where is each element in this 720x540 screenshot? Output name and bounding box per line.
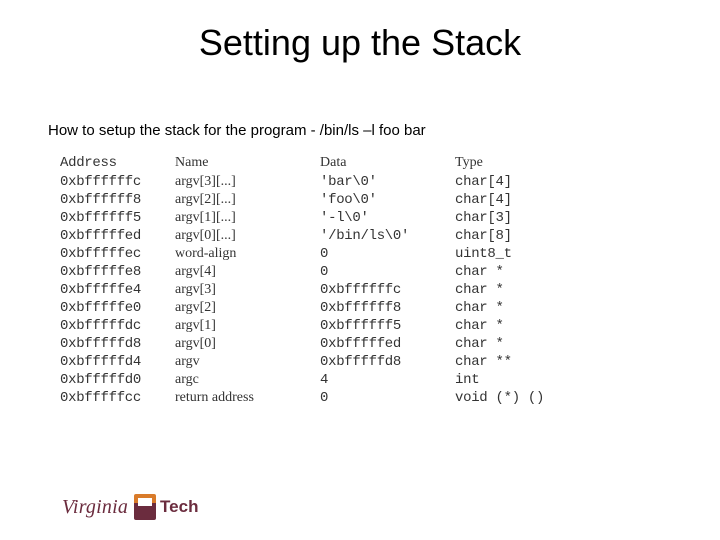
cell-type: uint8_t <box>455 245 572 263</box>
cell-data: 'foo\0' <box>320 191 455 209</box>
footer-virginia-text: Virginia <box>62 496 128 519</box>
table-row: 0xbfffffecword-align0uint8_t <box>60 245 572 263</box>
cell-name: argc <box>175 371 320 389</box>
cell-address: 0xbfffffd8 <box>60 335 175 353</box>
cell-name: argv[1] <box>175 317 320 335</box>
cell-data: 'bar\0' <box>320 173 455 191</box>
cell-name: word-align <box>175 245 320 263</box>
table-row: 0xbfffffdcargv[1]0xbffffff5char * <box>60 317 572 335</box>
cell-address: 0xbffffffc <box>60 173 175 191</box>
cell-address: 0xbfffffe8 <box>60 263 175 281</box>
table-row: 0xbfffffedargv[0][...]'/bin/ls\0'char[8] <box>60 227 572 245</box>
cell-name: argv[0][...] <box>175 227 320 245</box>
vt-logo-icon <box>134 494 156 520</box>
table-row: 0xbfffffd8argv[0]0xbfffffedchar * <box>60 335 572 353</box>
cell-address: 0xbfffffe0 <box>60 299 175 317</box>
table-row: 0xbfffffe4argv[3]0xbffffffcchar * <box>60 281 572 299</box>
cell-type: char * <box>455 299 572 317</box>
cell-address: 0xbfffffec <box>60 245 175 263</box>
cell-address: 0xbfffffd4 <box>60 353 175 371</box>
cell-type: char[8] <box>455 227 572 245</box>
cell-type: void (*) () <box>455 389 572 407</box>
header-data: Data <box>320 153 455 173</box>
cell-type: char * <box>455 263 572 281</box>
stack-table: Address Name Data Type 0xbffffffcargv[3]… <box>60 153 572 407</box>
cell-address: 0xbffffff8 <box>60 191 175 209</box>
cell-name: argv[1][...] <box>175 209 320 227</box>
cell-data: 0xbffffff8 <box>320 299 455 317</box>
cell-name: argv[3][...] <box>175 173 320 191</box>
cell-address: 0xbfffffd0 <box>60 371 175 389</box>
cell-name: argv[4] <box>175 263 320 281</box>
cell-data: 0 <box>320 263 455 281</box>
cell-data: 4 <box>320 371 455 389</box>
stack-table-container: Address Name Data Type 0xbffffffcargv[3]… <box>0 153 720 407</box>
cell-address: 0xbfffffcc <box>60 389 175 407</box>
cell-name: argv[3] <box>175 281 320 299</box>
cell-name: argv[2][...] <box>175 191 320 209</box>
cell-name: argv[0] <box>175 335 320 353</box>
cell-name: argv <box>175 353 320 371</box>
cell-type: char[4] <box>455 173 572 191</box>
cell-data: 0xbfffffed <box>320 335 455 353</box>
header-type: Type <box>455 153 572 173</box>
cell-type: int <box>455 371 572 389</box>
cell-address: 0xbfffffe4 <box>60 281 175 299</box>
table-header-row: Address Name Data Type <box>60 153 572 173</box>
cell-address: 0xbfffffdc <box>60 317 175 335</box>
footer-tech-text: Tech <box>160 497 198 517</box>
footer-logo-block: Virginia Tech <box>62 494 198 520</box>
cell-data: '-l\0' <box>320 209 455 227</box>
cell-data: 0 <box>320 245 455 263</box>
table-row: 0xbffffffcargv[3][...]'bar\0'char[4] <box>60 173 572 191</box>
cell-type: char[3] <box>455 209 572 227</box>
cell-data: 0 <box>320 389 455 407</box>
table-row: 0xbfffffd4argv0xbfffffd8char ** <box>60 353 572 371</box>
table-row: 0xbffffff8argv[2][...]'foo\0'char[4] <box>60 191 572 209</box>
header-name: Name <box>175 153 320 173</box>
cell-type: char ** <box>455 353 572 371</box>
slide-subtitle: How to setup the stack for the program -… <box>0 82 720 153</box>
table-row: 0xbfffffd0argc4int <box>60 371 572 389</box>
cell-type: char * <box>455 335 572 353</box>
slide-title: Setting up the Stack <box>0 0 720 82</box>
table-row: 0xbfffffe0argv[2]0xbffffff8char * <box>60 299 572 317</box>
table-row: 0xbffffff5argv[1][...]'-l\0'char[3] <box>60 209 572 227</box>
table-row: 0xbfffffe8argv[4]0char * <box>60 263 572 281</box>
cell-type: char * <box>455 281 572 299</box>
cell-address: 0xbffffff5 <box>60 209 175 227</box>
cell-data: 0xbfffffd8 <box>320 353 455 371</box>
cell-data: '/bin/ls\0' <box>320 227 455 245</box>
cell-data: 0xbffffffc <box>320 281 455 299</box>
cell-address: 0xbfffffed <box>60 227 175 245</box>
cell-type: char * <box>455 317 572 335</box>
cell-type: char[4] <box>455 191 572 209</box>
cell-data: 0xbffffff5 <box>320 317 455 335</box>
table-row: 0xbfffffccreturn address0void (*) () <box>60 389 572 407</box>
cell-name: return address <box>175 389 320 407</box>
header-address: Address <box>60 153 175 173</box>
cell-name: argv[2] <box>175 299 320 317</box>
